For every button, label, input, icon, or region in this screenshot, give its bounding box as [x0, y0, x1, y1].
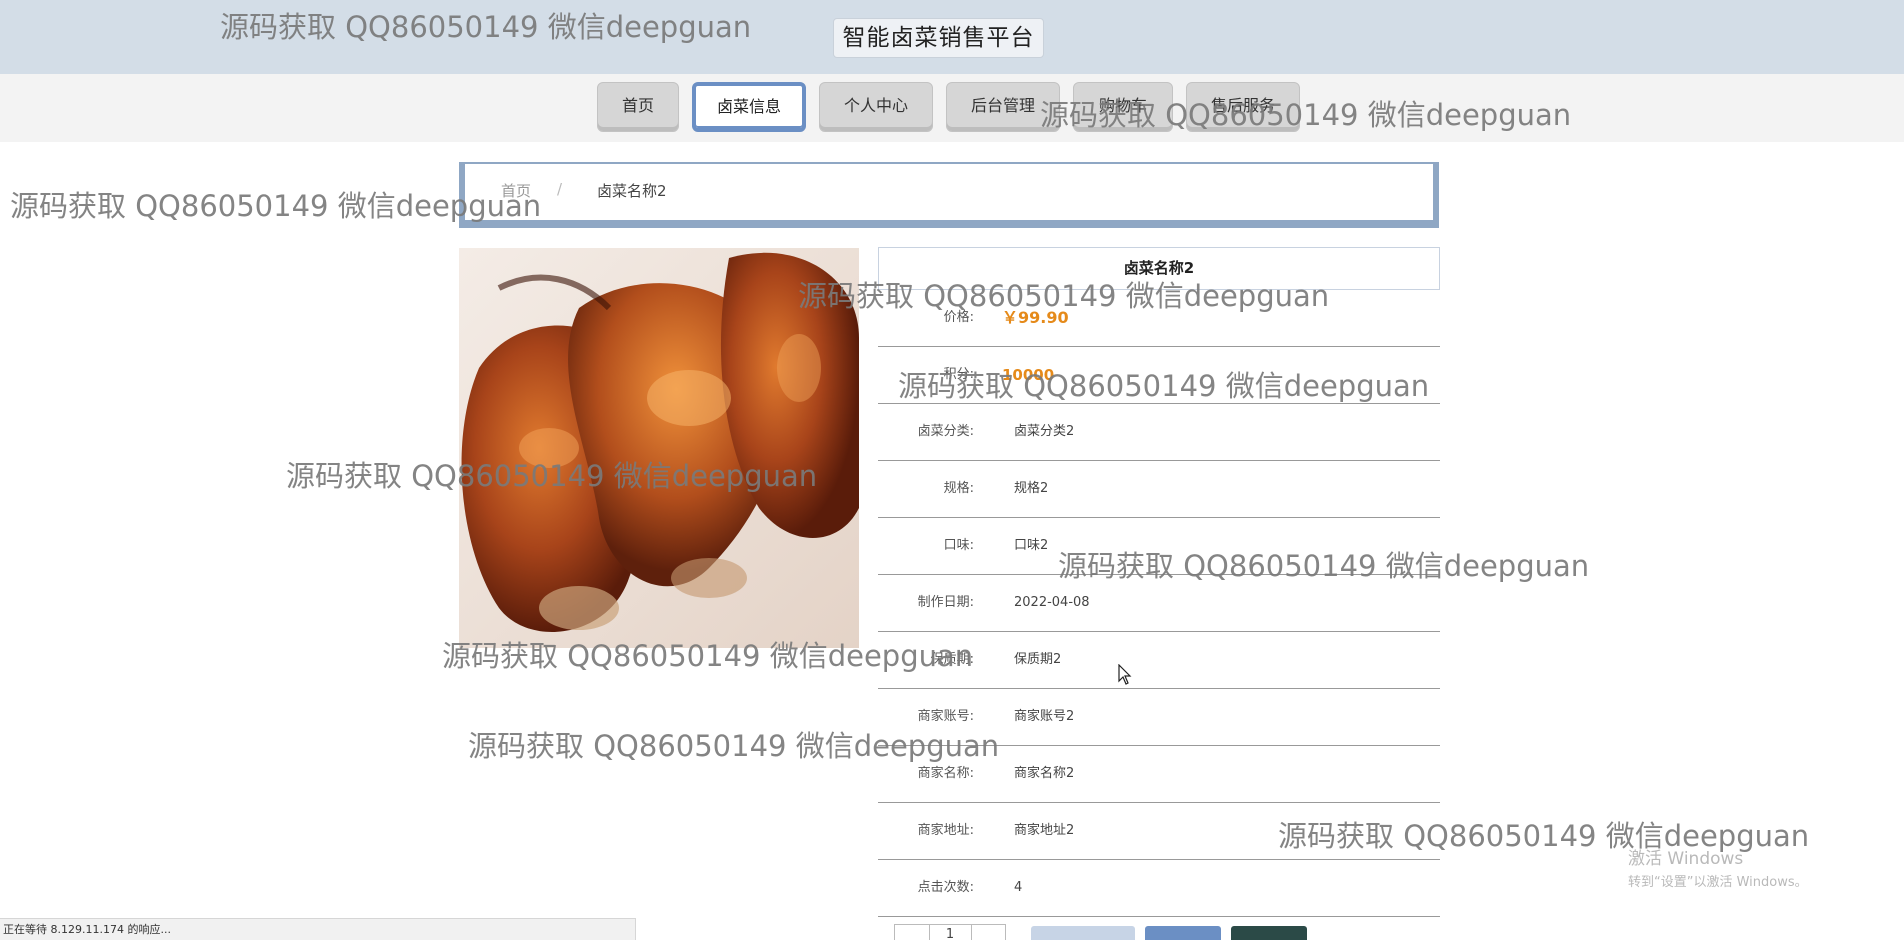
field-value: 口味2 [1014, 538, 1049, 553]
field-row-merchant-account: 商家账号: 商家账号2 [878, 689, 1440, 746]
field-row-shelf-life: 保质期: 保质期2 [878, 632, 1440, 689]
breadcrumb-separator: / [557, 180, 563, 198]
field-value: 商家账号2 [1014, 709, 1075, 724]
page: 智能卤菜销售平台 首页 卤菜信息 个人中心 后台管理 购物车 售后服务 首页 /… [0, 0, 1904, 940]
field-label: 保质期: [930, 652, 974, 667]
nav-personal-center[interactable]: 个人中心 [819, 82, 933, 132]
field-label: 点击次数: [917, 880, 974, 895]
main-nav: 首页 卤菜信息 个人中心 后台管理 购物车 售后服务 [0, 74, 1904, 142]
field-row-price: 价格: ￥99.90 [878, 290, 1440, 347]
field-value: 4 [1014, 880, 1023, 895]
windows-activation-title: 激活 Windows [1628, 849, 1744, 869]
product-image[interactable] [459, 248, 859, 648]
field-label: 制作日期: [917, 595, 974, 610]
quantity-stepper[interactable]: 1 [894, 924, 1006, 940]
field-label: 积分: [943, 367, 974, 382]
breadcrumb-current: 卤菜名称2 [597, 182, 667, 200]
field-label: 商家地址: [917, 823, 974, 838]
field-value: 卤菜分类2 [1014, 424, 1075, 439]
add-to-cart-button[interactable] [1031, 926, 1135, 940]
nav-after-sales[interactable]: 售后服务 [1186, 82, 1300, 132]
field-row-click-count: 点击次数: 4 [878, 860, 1440, 917]
mouse-pointer-icon [1118, 664, 1132, 685]
field-value: 2022-04-08 [1014, 595, 1090, 610]
field-value: 保质期2 [1014, 652, 1062, 667]
nav-home[interactable]: 首页 [597, 82, 679, 132]
field-value-points: 10000 [1002, 366, 1055, 384]
field-row-merchant-address: 商家地址: 商家地址2 [878, 803, 1440, 860]
points-exchange-button[interactable] [1231, 926, 1307, 940]
breadcrumb-home-link[interactable]: 首页 [501, 180, 531, 201]
field-row-points: 积分: 10000 [878, 347, 1440, 404]
field-row-flavor: 口味: 口味2 [878, 518, 1440, 575]
field-value-price: ￥99.90 [1002, 308, 1069, 327]
quantity-value[interactable]: 1 [929, 927, 971, 940]
field-row-merchant-name: 商家名称: 商家名称2 [878, 746, 1440, 803]
nav-cart[interactable]: 购物车 [1073, 82, 1173, 132]
site-title: 智能卤菜销售平台 [833, 18, 1044, 58]
field-label: 规格: [943, 481, 974, 496]
braised-pork-image [459, 248, 859, 648]
field-label: 商家账号: [917, 709, 974, 724]
field-row-production-date: 制作日期: 2022-04-08 [878, 575, 1440, 632]
breadcrumb: 首页 / 卤菜名称2 [459, 162, 1439, 228]
field-value: 商家地址2 [1014, 823, 1075, 838]
field-label: 口味: [943, 538, 974, 553]
field-label: 卤菜分类: [917, 424, 974, 439]
field-label: 商家名称: [917, 766, 974, 781]
product-title: 卤菜名称2 [878, 247, 1440, 290]
nav-admin[interactable]: 后台管理 [946, 82, 1060, 132]
windows-activation-hint: 转到“设置”以激活 Windows。 [1628, 875, 1808, 890]
field-label: 价格: [943, 310, 974, 325]
field-value: 商家名称2 [1014, 766, 1075, 781]
buy-now-button[interactable] [1145, 926, 1221, 940]
field-value: 规格2 [1014, 481, 1049, 496]
field-row-category: 卤菜分类: 卤菜分类2 [878, 404, 1440, 461]
nav-product-info[interactable]: 卤菜信息 [692, 82, 806, 132]
header-bar: 智能卤菜销售平台 [0, 0, 1904, 74]
stepper-divider [971, 925, 972, 940]
field-row-spec: 规格: 规格2 [878, 461, 1440, 518]
browser-status-bar: 正在等待 8.129.11.174 的响应... [0, 918, 636, 940]
